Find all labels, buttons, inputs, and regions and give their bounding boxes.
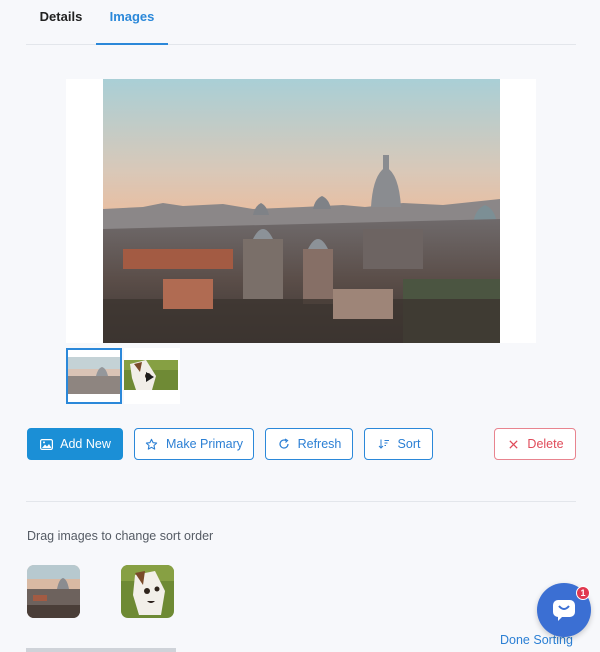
tab-images[interactable]: Images [96, 0, 168, 45]
tab-bar: Details Images [26, 0, 576, 45]
sort-icon [377, 437, 391, 451]
sort-button[interactable]: Sort [364, 428, 433, 460]
delete-button[interactable]: Delete [494, 428, 576, 460]
sort-instructions: Drag images to change sort order [27, 529, 214, 543]
chat-icon [550, 596, 578, 629]
close-icon [506, 437, 520, 451]
bottom-edge-fragment [26, 648, 176, 652]
thumbnail-1[interactable] [66, 348, 122, 404]
thumbnail-2[interactable] [124, 348, 180, 404]
refresh-label: Refresh [297, 437, 342, 451]
image-icon [39, 437, 53, 451]
refresh-button[interactable]: Refresh [265, 428, 353, 460]
section-divider [26, 501, 576, 502]
main-image [103, 79, 500, 343]
chat-notification-badge: 1 [576, 586, 590, 600]
make-primary-label: Make Primary [165, 437, 244, 451]
refresh-icon [277, 437, 291, 451]
add-new-button[interactable]: Add New [27, 428, 123, 460]
sortable-image-1[interactable] [27, 565, 80, 618]
delete-label: Delete [527, 437, 564, 451]
add-new-label: Add New [60, 437, 111, 451]
star-icon [145, 437, 159, 451]
sortable-image-2[interactable] [121, 565, 174, 618]
tab-details[interactable]: Details [26, 0, 96, 45]
main-image-container [66, 79, 536, 343]
make-primary-button[interactable]: Make Primary [134, 428, 254, 460]
sort-label: Sort [397, 437, 421, 451]
